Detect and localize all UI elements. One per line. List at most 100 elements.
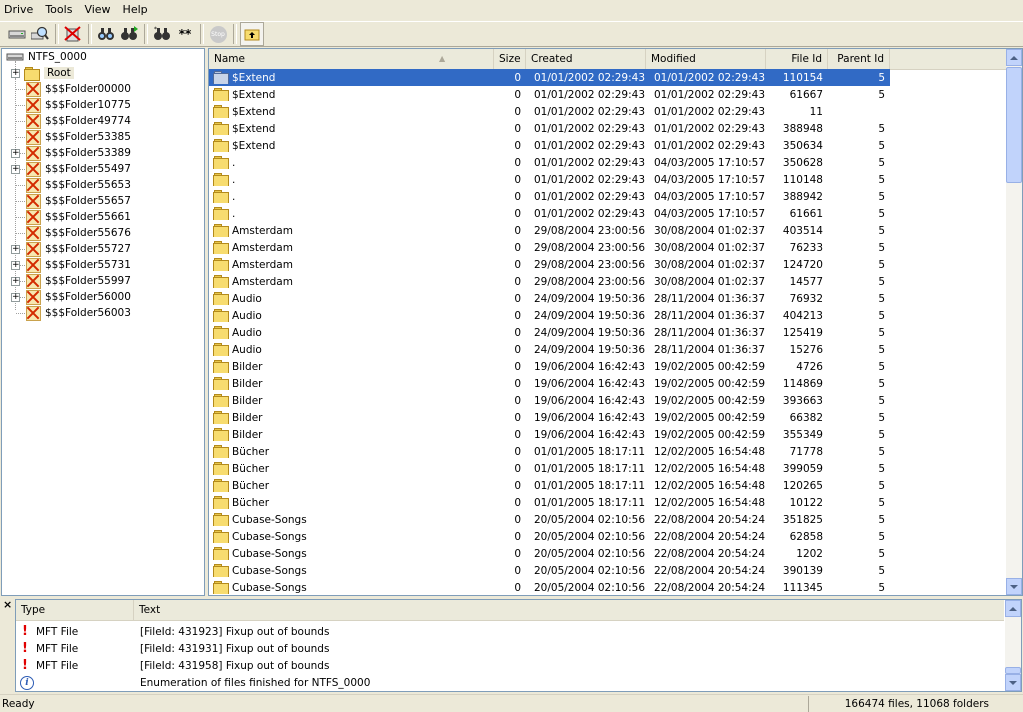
log-column-header-text[interactable]: Text [134, 600, 1004, 620]
column-header-created[interactable]: Created [526, 49, 646, 69]
tree-item-folder[interactable]: $$$Folder55676 [25, 225, 131, 241]
column-header-file-id[interactable]: File Id [766, 49, 828, 69]
table-row[interactable]: $Extend 0 01/01/2002 02:29:43 01/01/2002 02… [209, 120, 1006, 137]
expand-icon[interactable]: + [11, 277, 20, 286]
expand-icon[interactable]: + [11, 261, 20, 270]
table-row[interactable]: Audio 0 24/09/2004 19:50:36 28/11/2004 01:3… [209, 307, 1006, 324]
table-row[interactable]: Bilder 0 19/06/2004 16:42:43 19/02/2005 00:… [209, 409, 1006, 426]
expand-icon[interactable]: + [11, 149, 20, 158]
scroll-up-button[interactable] [1006, 49, 1022, 66]
filter-button[interactable]: * [151, 23, 173, 45]
tree-item-folder[interactable]: $$$Folder00000 [25, 81, 131, 97]
table-row[interactable]: Bücher 0 01/01/2005 18:17:11 12/02/2005 16:… [209, 460, 1006, 477]
up-folder-button[interactable] [240, 22, 264, 46]
info-icon: i [20, 675, 34, 690]
folder-tree[interactable]: NTFS_0000 + Root $$$Folder00000 $$$Folder107… [1, 48, 205, 596]
scroll-down-button[interactable] [1006, 578, 1022, 595]
scan-drive-button[interactable] [29, 23, 51, 45]
table-row[interactable]: . 0 01/01/2002 02:29:43 04/03/2005 17:10:57… [209, 205, 1006, 222]
table-row[interactable]: Amsterdam 0 29/08/2004 23:00:56 30/08/2004 … [209, 256, 1006, 273]
file-name: Cubase-Songs [232, 581, 307, 594]
table-row[interactable]: Bilder 0 19/06/2004 16:42:43 19/02/2005 00:… [209, 375, 1006, 392]
cell-modified: 04/03/2005 17:10:57 [654, 156, 766, 169]
table-row[interactable]: $Extend 0 01/01/2002 02:29:43 01/01/2002 02… [209, 103, 1006, 120]
stop-label: Stop [211, 30, 225, 38]
log-scroll-up-button[interactable] [1005, 600, 1021, 617]
table-row[interactable]: $Extend 0 01/01/2002 02:29:43 01/01/2002 02… [209, 86, 1006, 103]
tree-item-folder[interactable]: $$$Folder49774 [25, 113, 131, 129]
tree-item-folder[interactable]: $$$Folder55997 [25, 273, 131, 289]
log-list[interactable]: Type Text ! MFT File [FileId: 431923] Fixu… [15, 599, 1022, 692]
tree-item-folder[interactable]: $$$Folder53389 [25, 145, 131, 161]
table-row[interactable]: Bücher 0 01/01/2005 18:17:11 12/02/2005 16:… [209, 443, 1006, 460]
table-row[interactable]: Cubase-Songs 0 20/05/2004 02:10:56 22/08/20… [209, 562, 1006, 579]
tree-item-folder[interactable]: $$$Folder55653 [25, 177, 131, 193]
table-row[interactable]: Bücher 0 01/01/2005 18:17:11 12/02/2005 16:… [209, 494, 1006, 511]
stop-button[interactable]: Stop [207, 23, 229, 45]
cell-size: 0 [514, 360, 521, 373]
tree-item-folder[interactable]: $$$Folder55661 [25, 209, 131, 225]
tree-item-folder[interactable]: $$$Folder56003 [25, 305, 131, 321]
tree-item-folder[interactable]: $$$Folder56000 [25, 289, 131, 305]
table-row[interactable]: Bilder 0 19/06/2004 16:42:43 19/02/2005 00:… [209, 426, 1006, 443]
tree-item-drive[interactable]: NTFS_0000 [6, 49, 87, 65]
find-next-button[interactable] [118, 23, 140, 45]
column-header-size[interactable]: Size [494, 49, 526, 69]
table-row[interactable]: Bilder 0 19/06/2004 16:42:43 19/02/2005 00:… [209, 358, 1006, 375]
log-scroll-down-button[interactable] [1005, 674, 1021, 691]
menu-help[interactable]: Help [117, 0, 154, 20]
table-row[interactable]: $Extend 0 01/01/2002 02:29:43 01/01/2002 02… [209, 137, 1006, 154]
table-row[interactable]: . 0 01/01/2002 02:29:43 04/03/2005 17:10:57… [209, 171, 1006, 188]
table-row[interactable]: . 0 01/01/2002 02:29:43 04/03/2005 17:10:57… [209, 154, 1006, 171]
table-row[interactable]: Amsterdam 0 29/08/2004 23:00:56 30/08/2004 … [209, 239, 1006, 256]
delete-button[interactable] [62, 23, 84, 45]
table-row[interactable]: Cubase-Songs 0 20/05/2004 02:10:56 22/08/20… [209, 528, 1006, 545]
wildcard-button[interactable]: ** [174, 23, 196, 45]
cell-parent-id: 5 [878, 479, 885, 492]
scroll-thumb[interactable] [1006, 67, 1022, 183]
tree-item-folder[interactable]: $$$Folder10775 [25, 97, 131, 113]
table-row[interactable]: Audio 0 24/09/2004 19:50:36 28/11/2004 01:3… [209, 290, 1006, 307]
log-column-header-type[interactable]: Type [16, 600, 134, 620]
table-row[interactable]: Cubase-Songs 0 20/05/2004 02:10:56 22/08/20… [209, 579, 1006, 595]
table-row[interactable]: Audio 0 24/09/2004 19:50:36 28/11/2004 01:3… [209, 324, 1006, 341]
expand-icon[interactable]: + [11, 293, 20, 302]
column-header-parent-id[interactable]: Parent Id [828, 49, 890, 69]
table-row[interactable]: . 0 01/01/2002 02:29:43 04/03/2005 17:10:57… [209, 188, 1006, 205]
tree-line [16, 137, 25, 138]
log-scroll-thumb[interactable] [1005, 667, 1021, 674]
menu-drive[interactable]: Drive [0, 0, 39, 20]
cell-name: . [209, 190, 494, 203]
expand-icon[interactable]: + [11, 165, 20, 174]
table-row[interactable]: $Extend 0 01/01/2002 02:29:43 01/01/2002 02… [209, 69, 890, 86]
log-row[interactable]: i Enumeration of files finished for NTFS_… [16, 674, 1004, 691]
table-row[interactable]: Bücher 0 01/01/2005 18:17:11 12/02/2005 16:… [209, 477, 1006, 494]
table-row[interactable]: Amsterdam 0 29/08/2004 23:00:56 30/08/2004 … [209, 273, 1006, 290]
column-header-modified[interactable]: Modified [646, 49, 766, 69]
find-button[interactable] [95, 23, 117, 45]
table-row[interactable]: Bilder 0 19/06/2004 16:42:43 19/02/2005 00:… [209, 392, 1006, 409]
table-row[interactable]: Cubase-Songs 0 20/05/2004 02:10:56 22/08/20… [209, 545, 1006, 562]
tree-item-root[interactable]: Root [24, 65, 75, 81]
table-row[interactable]: Amsterdam 0 29/08/2004 23:00:56 30/08/2004 … [209, 222, 1006, 239]
column-header-name[interactable]: Name ▲ [209, 49, 494, 69]
menu-tools[interactable]: Tools [39, 0, 78, 20]
tree-item-folder[interactable]: $$$Folder53385 [25, 129, 131, 145]
log-scrollbar[interactable] [1005, 600, 1021, 691]
expand-icon[interactable]: + [11, 69, 20, 78]
log-row[interactable]: ! MFT File [FileId: 431931] Fixup out of b… [16, 640, 1004, 657]
tree-item-folder[interactable]: $$$Folder55731 [25, 257, 131, 273]
table-row[interactable]: Audio 0 24/09/2004 19:50:36 28/11/2004 01:3… [209, 341, 1006, 358]
tree-item-folder[interactable]: $$$Folder55497 [25, 161, 131, 177]
drive-button[interactable] [6, 23, 28, 45]
expand-icon[interactable]: + [11, 245, 20, 254]
log-row[interactable]: ! MFT File [FileId: 431923] Fixup out of b… [16, 623, 1004, 640]
menu-view[interactable]: View [78, 0, 116, 20]
table-row[interactable]: Cubase-Songs 0 20/05/2004 02:10:56 22/08/20… [209, 511, 1006, 528]
log-row[interactable]: ! MFT File [FileId: 431958] Fixup out of b… [16, 657, 1004, 674]
tree-item-folder[interactable]: $$$Folder55657 [25, 193, 131, 209]
file-list[interactable]: Name ▲ Size Created Modified File Id Par… [208, 48, 1023, 596]
file-list-scrollbar[interactable] [1006, 49, 1022, 595]
tree-item-folder[interactable]: $$$Folder55727 [25, 241, 131, 257]
log-close-button[interactable]: × [3, 599, 13, 610]
